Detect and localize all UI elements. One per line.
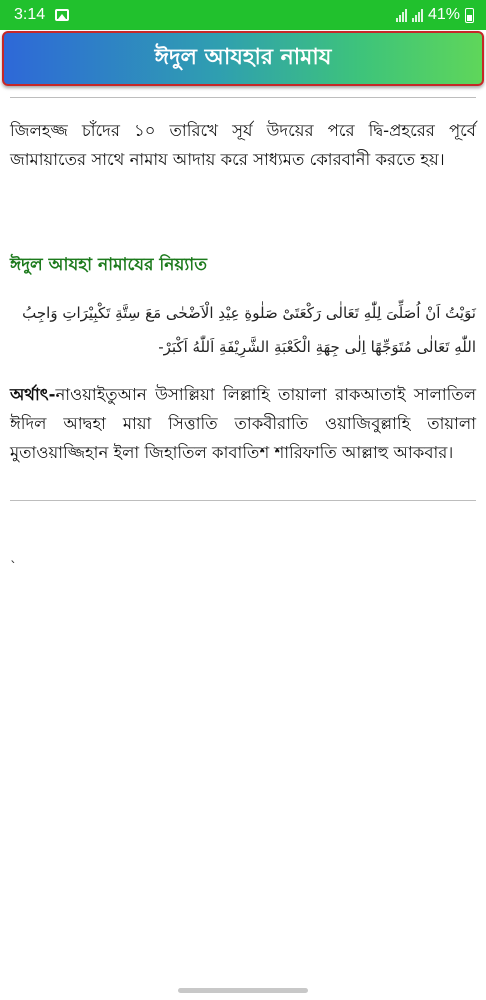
battery-percent: 41% — [427, 6, 460, 23]
meaning-label: অর্থাৎ- — [10, 385, 56, 404]
signal-icon — [395, 8, 407, 22]
page-title: ঈদুল আযহার নামায — [154, 45, 332, 70]
intro-paragraph: জিলহজ্জ চাঁদের ১০ তারিখে সূর্য উদয়ের পর… — [10, 121, 476, 169]
meaning-paragraph: অর্থাৎ-নাওয়াইতুআন উসাল্লিয়া লিল্লাহি ত… — [10, 380, 476, 467]
image-notification-icon — [55, 9, 70, 21]
status-right: 41% — [395, 6, 474, 24]
battery-charging-icon — [465, 7, 474, 23]
divider-bottom — [10, 500, 476, 501]
gesture-nav-handle[interactable] — [178, 988, 308, 993]
status-time: 3:14 — [14, 6, 46, 23]
stray-mark: ` — [10, 560, 17, 576]
divider-top — [10, 97, 476, 98]
arabic-niyyat-text: نَوَيْتُ اَنْ اُصَلِّىَ لِلّٰهِ تَعَالٰى… — [22, 304, 476, 356]
app-bar: ঈদুল আযহার নামায — [2, 31, 484, 86]
signal-icon-secondary — [411, 8, 423, 22]
meaning-body: নাওয়াইতুআন উসাল্লিয়া লিল্লাহি তায়ালা … — [10, 385, 476, 462]
status-left: 3:14 — [14, 6, 70, 24]
niyyat-heading: ঈদুল আযহা নামাযের নিয়্যাত — [10, 255, 207, 275]
status-bar: 3:14 41% — [0, 0, 486, 30]
